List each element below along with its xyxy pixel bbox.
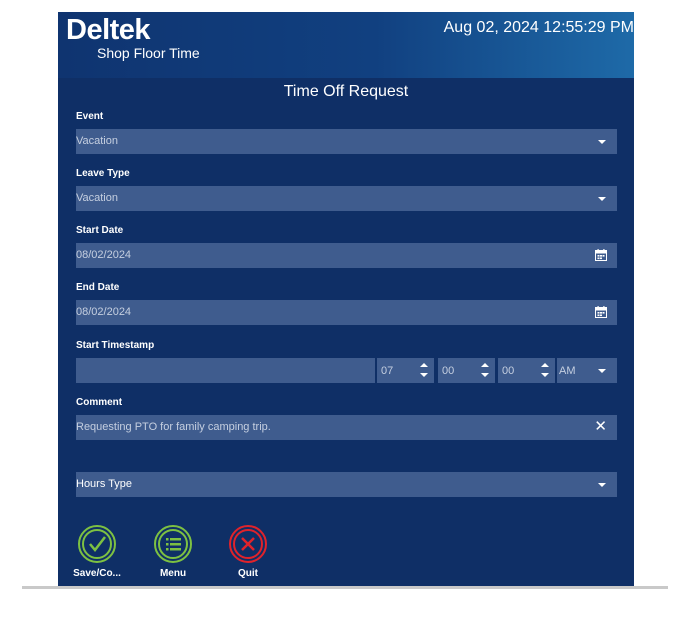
chevron-down-icon xyxy=(598,483,606,487)
quit-button-label: Quit xyxy=(238,568,258,579)
hour-value: 07 xyxy=(381,365,394,377)
app-subtitle: Shop Floor Time xyxy=(97,45,200,61)
menu-button[interactable]: Menu xyxy=(142,525,204,579)
start-date-label: Start Date xyxy=(76,225,124,236)
start-timestamp-date-input[interactable] xyxy=(76,358,375,383)
list-circle-icon xyxy=(154,525,192,563)
close-icon[interactable]: ✕ xyxy=(594,419,607,435)
calendar-icon[interactable] xyxy=(595,249,607,261)
save-button-label: Save/Co... xyxy=(73,568,121,579)
minute-value: 00 xyxy=(442,365,455,377)
comment-label: Comment xyxy=(76,397,123,408)
quit-button[interactable]: Quit xyxy=(217,525,279,579)
minute-stepper[interactable]: 00 xyxy=(438,358,495,383)
x-circle-icon xyxy=(229,525,267,563)
spinner-icon[interactable] xyxy=(481,363,489,377)
hours-type-placeholder: Hours Type xyxy=(76,478,133,490)
start-timestamp-label: Start Timestamp xyxy=(76,340,155,351)
ampm-value: AM xyxy=(559,365,576,377)
hour-stepper[interactable]: 07 xyxy=(377,358,434,383)
spinner-icon[interactable] xyxy=(541,363,549,377)
second-value: 00 xyxy=(502,365,515,377)
check-circle-icon xyxy=(78,525,116,563)
event-value: Vacation xyxy=(76,135,118,147)
current-datetime: Aug 02, 2024 12:55:29 PM xyxy=(443,19,634,36)
end-date-value: 08/02/2024 xyxy=(76,306,132,318)
event-label: Event xyxy=(76,111,104,122)
header-bar: Deltek Shop Floor Time Aug 02, 2024 12:5… xyxy=(58,12,634,78)
logo: Deltek xyxy=(66,14,151,46)
end-date-label: End Date xyxy=(76,282,120,293)
ampm-select[interactable]: AM xyxy=(557,358,617,383)
divider xyxy=(22,586,668,589)
menu-button-label: Menu xyxy=(159,568,187,579)
app-window: Deltek Shop Floor Time Aug 02, 2024 12:5… xyxy=(58,12,634,586)
chevron-down-icon xyxy=(598,197,606,201)
chevron-down-icon xyxy=(598,140,606,144)
spinner-icon[interactable] xyxy=(420,363,428,377)
end-date-field[interactable]: 08/02/2024 xyxy=(76,300,617,325)
save-button[interactable]: Save/Co... xyxy=(66,525,128,579)
event-select[interactable]: Vacation xyxy=(76,129,617,154)
leave-type-value: Vacation xyxy=(76,192,118,204)
start-date-value: 08/02/2024 xyxy=(76,249,132,261)
leave-type-label: Leave Type xyxy=(76,168,130,179)
comment-input[interactable]: Requesting PTO for family camping trip. … xyxy=(76,415,617,440)
leave-type-select[interactable]: Vacation xyxy=(76,186,617,211)
calendar-icon[interactable] xyxy=(595,306,607,318)
comment-value: Requesting PTO for family camping trip. xyxy=(76,421,271,433)
hours-type-select[interactable]: Hours Type xyxy=(76,472,617,497)
page-title: Time Off Request xyxy=(283,83,409,100)
second-stepper[interactable]: 00 xyxy=(498,358,555,383)
start-date-field[interactable]: 08/02/2024 xyxy=(76,243,617,268)
chevron-down-icon xyxy=(598,369,606,373)
